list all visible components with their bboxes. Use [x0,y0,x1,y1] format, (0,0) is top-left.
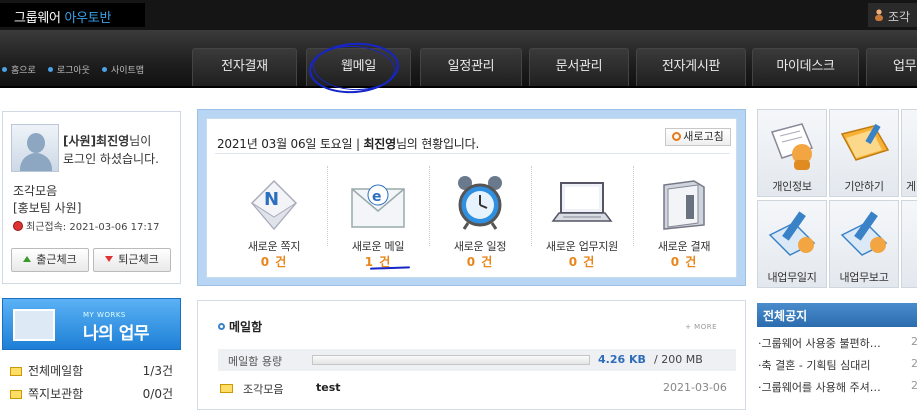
quota-progress [312,355,590,365]
mail-date: 2021-03-06 [663,381,727,394]
refresh-button[interactable]: 새로고침 [665,128,731,146]
my-work-title: 나의 업무 [83,324,149,344]
quick-draft[interactable]: 기안하기 [829,109,899,197]
pen-notebook-icon [840,211,888,256]
quick-work-report[interactable]: 내업무보고 [829,200,899,288]
notice-header: 전체공지 [757,303,917,327]
tab-documents[interactable]: 문서관리 [529,48,629,86]
logo-brand: 아우토반 [64,11,112,26]
avatar [11,124,59,172]
my-work-banner[interactable]: MY WORKS 나의 업무 [2,298,181,350]
tab-mydesk[interactable]: 마이데스크 [752,48,859,86]
main-nav: 홈으로 로그아웃 사이트맵 전자결재 웹메일 일정관리 문서관리 전자게시판 마… [0,30,917,88]
mail-icon [10,390,22,399]
pen-notebook-icon [768,211,816,256]
arrow-down-icon [105,256,114,262]
table-row[interactable]: 조각모음 test 2021-03-06 [218,381,736,397]
profile-rank-name: [사원]최진영 [63,134,130,148]
quick-partial-item[interactable] [901,200,917,288]
list-item[interactable]: 쪽지보관함 0/0건 [10,385,173,402]
mail-from: 조각모음 [243,383,284,396]
profile-group: 조각모음 [13,184,58,198]
mail-subject[interactable]: test [316,381,341,394]
item-count: 1/3건 [142,364,173,378]
laptop-icon [551,182,613,222]
user-menu[interactable]: 조각 [868,3,917,27]
list-item[interactable]: ·그룹웨어를 사용해 주셔… 2 [758,379,917,395]
folder-icon [840,123,890,161]
sitemap-link[interactable]: 사이트맵 [101,63,144,76]
checkin-button[interactable]: 출근체크 [11,248,89,272]
top-bar: 그룹웨어 아우토반 조각 [0,0,917,30]
app-logo[interactable]: 그룹웨어 아우토반 [0,3,145,27]
folder-icon [663,180,705,230]
status-date-bar: 2021년 03월 06일 토요일 | 최진영님의 현황입니다. [217,137,480,151]
mailbox-title: 메일함 [218,318,262,335]
document-icon [771,123,814,170]
svg-text:e: e [372,189,382,205]
tab-board[interactable]: 전자게시판 [636,48,746,86]
memo-icon: N [250,179,298,231]
quick-partial-item[interactable]: 게 [901,109,917,197]
quota-used: 4.26 KB [598,353,646,366]
item-count: 0/0건 [142,387,173,401]
status-item-mail[interactable]: e 새로운 메일 1 건 [327,169,429,279]
status-item-approval[interactable]: 새로운 결재 0 건 [633,169,735,279]
clock-icon [13,221,23,231]
profile-panel: [사원]최진영님이 로그인 하셨습니다. 조각모음 [홍보팀 사원] 최근접속:… [2,111,181,284]
bullet-icon [218,323,225,330]
mailbox-panel: 메일함 + MORE 메일함 용량 4.26 KB / 200 MB 조각모음 … [197,300,746,410]
nav-links: 홈으로 로그아웃 사이트맵 [0,63,144,76]
user-icon [875,9,883,21]
mailbox-quota: 메일함 용량 4.26 KB / 200 MB [218,349,736,371]
refresh-icon [672,132,682,141]
status-item-schedule[interactable]: 새로운 일정 0 건 [429,169,531,279]
status-item-support[interactable]: 새로운 업무지원 0 건 [531,169,633,279]
arrow-up-icon [23,256,32,262]
profile-suffix: 님이 [129,134,152,148]
tab-work[interactable]: 업무 [866,48,917,86]
last-login: 최근접속: 2021-03-06 17:17 [13,218,159,233]
profile-team: [홍보팀 사원] [13,201,82,215]
logo-text: 그룹웨어 [14,11,65,26]
last-login-text: 최근접속: 2021-03-06 17:17 [26,222,160,233]
mail-icon [220,384,233,393]
quick-personal-info[interactable]: 개인정보 [757,109,827,197]
mail-icon [10,367,22,376]
checkout-button[interactable]: 퇴근체크 [93,248,171,272]
list-item[interactable]: ·축 결혼 - 기획팀 심대리 2 [758,357,917,373]
user-name: 조각 [888,10,911,24]
monitor-icon [13,309,55,341]
svg-text:N: N [264,189,279,210]
list-item[interactable]: 전체메일함 1/3건 [10,362,173,379]
alarm-clock-icon [458,176,502,230]
quota-label: 메일함 용량 [228,355,283,368]
quick-work-log[interactable]: 내업무일지 [757,200,827,288]
my-work-subtitle: MY WORKS [83,311,126,319]
more-link[interactable]: + MORE [685,323,717,331]
status-item-memo[interactable]: N 새로운 쪽지 0 건 [223,169,325,279]
profile-login-message: 로그인 하셨습니다. [63,152,159,166]
profile-greeting: [사원]최진영님이 로그인 하셨습니다. [63,132,181,168]
list-item[interactable]: ·그룹웨어 사용중 불편하… 2 [758,335,917,351]
quota-total: / 200 MB [654,353,703,366]
mail-icon: e [351,184,405,228]
tab-approval[interactable]: 전자결재 [192,48,297,86]
tab-schedule[interactable]: 일정관리 [420,48,522,86]
status-panel: 2021년 03월 06일 토요일 | 최진영님의 현황입니다. 새로고침 N … [197,109,746,286]
home-link[interactable]: 홈으로 [2,63,36,76]
logout-link[interactable]: 로그아웃 [47,63,90,76]
status-inner: 2021년 03월 06일 토요일 | 최진영님의 현황입니다. 새로고침 N … [206,118,737,278]
